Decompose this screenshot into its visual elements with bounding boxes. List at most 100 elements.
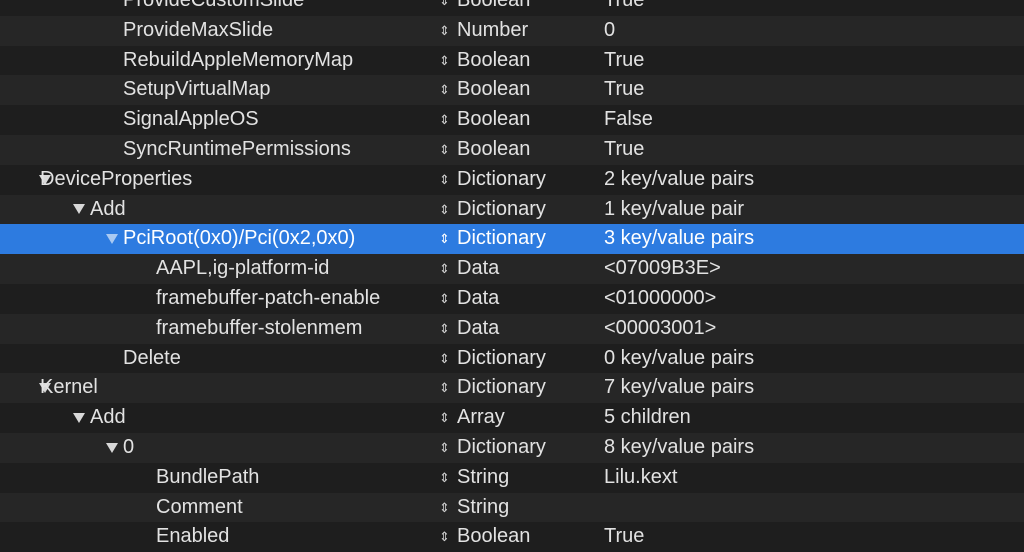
value-cell[interactable]: Lilu.kext (604, 463, 1024, 493)
value-cell[interactable]: True (604, 0, 1024, 16)
key-cell[interactable]: PciRoot(0x0)/Pci(0x2,0x0) (0, 224, 432, 254)
key-cell[interactable]: Enabled (0, 522, 432, 552)
up-down-stepper-icon[interactable]: ⇕ (439, 284, 450, 314)
value-cell[interactable]: 1 key/value pair (604, 195, 1024, 225)
type-popup[interactable]: ⇕ Dictionary (439, 224, 589, 254)
value-cell[interactable]: True (604, 46, 1024, 76)
type-popup[interactable]: ⇕ String (439, 463, 589, 493)
disclosure-triangle-icon[interactable] (70, 403, 88, 433)
plist-row[interactable]: PciRoot(0x0)/Pci(0x2,0x0) ⇕ Dictionary 3 ke… (0, 224, 1024, 255)
type-popup[interactable]: ⇕ Dictionary (439, 195, 589, 225)
value-cell[interactable]: <00003001> (604, 314, 1024, 344)
type-popup[interactable]: ⇕ Dictionary (439, 165, 589, 195)
key-cell[interactable]: Comment (0, 493, 432, 523)
up-down-stepper-icon[interactable]: ⇕ (439, 403, 450, 433)
value-cell[interactable]: 8 key/value pairs (604, 433, 1024, 463)
key-cell[interactable]: SyncRuntimePermissions (0, 135, 432, 165)
type-popup[interactable]: ⇕ Array (439, 403, 589, 433)
up-down-stepper-icon[interactable]: ⇕ (439, 493, 450, 523)
value-cell[interactable]: 7 key/value pairs (604, 373, 1024, 403)
type-popup[interactable]: ⇕ Boolean (439, 75, 589, 105)
value-cell[interactable]: 5 children (604, 403, 1024, 433)
key-cell[interactable]: SignalAppleOS (0, 105, 432, 135)
up-down-stepper-icon[interactable]: ⇕ (439, 46, 450, 76)
plist-row[interactable]: RebuildAppleMemoryMap ⇕ Boolean True (0, 45, 1024, 76)
key-cell[interactable]: Add (0, 403, 432, 433)
value-cell[interactable] (604, 493, 1024, 523)
plist-row[interactable]: framebuffer-patch-enable ⇕ Data <01000000> (0, 283, 1024, 314)
plist-row[interactable]: Add ⇕ Dictionary 1 key/value pair (0, 194, 1024, 225)
disclosure-triangle-icon[interactable] (103, 224, 121, 254)
type-popup[interactable]: ⇕ Data (439, 284, 589, 314)
plist-row[interactable]: Enabled ⇕ Boolean True (0, 522, 1024, 552)
key-cell[interactable]: SetupVirtualMap (0, 75, 432, 105)
key-cell[interactable]: framebuffer-stolenmem (0, 314, 432, 344)
value-cell[interactable]: 0 (604, 16, 1024, 46)
up-down-stepper-icon[interactable]: ⇕ (439, 75, 450, 105)
type-popup[interactable]: ⇕ Data (439, 254, 589, 284)
value-cell[interactable]: False (604, 105, 1024, 135)
value-cell[interactable]: True (604, 135, 1024, 165)
plist-row[interactable]: DeviceProperties ⇕ Dictionary 2 key/value p… (0, 164, 1024, 195)
up-down-stepper-icon[interactable]: ⇕ (439, 433, 450, 463)
key-cell[interactable]: RebuildAppleMemoryMap (0, 46, 432, 76)
key-cell[interactable]: Kernel (0, 373, 432, 403)
up-down-stepper-icon[interactable]: ⇕ (439, 195, 450, 225)
up-down-stepper-icon[interactable]: ⇕ (439, 373, 450, 403)
plist-row[interactable]: SignalAppleOS ⇕ Boolean False (0, 105, 1024, 135)
key-cell[interactable]: DeviceProperties (0, 165, 432, 195)
plist-row[interactable]: framebuffer-stolenmem ⇕ Data <00003001> (0, 313, 1024, 344)
value-cell[interactable]: 3 key/value pairs (604, 224, 1024, 254)
up-down-stepper-icon[interactable]: ⇕ (439, 224, 450, 254)
disclosure-triangle-icon[interactable] (103, 433, 121, 463)
key-cell[interactable]: 0 (0, 433, 432, 463)
plist-row[interactable]: SetupVirtualMap ⇕ Boolean True (0, 75, 1024, 106)
up-down-stepper-icon[interactable]: ⇕ (439, 165, 450, 195)
key-cell[interactable]: Delete (0, 344, 432, 374)
key-cell[interactable]: Add (0, 195, 432, 225)
type-popup[interactable]: ⇕ Number (439, 16, 589, 46)
value-cell[interactable]: <01000000> (604, 284, 1024, 314)
type-popup[interactable]: ⇕ Dictionary (439, 373, 589, 403)
type-popup[interactable]: ⇕ Dictionary (439, 433, 589, 463)
value-cell[interactable]: 2 key/value pairs (604, 165, 1024, 195)
plist-row[interactable]: Delete ⇕ Dictionary 0 key/value pairs (0, 343, 1024, 374)
up-down-stepper-icon[interactable]: ⇕ (439, 254, 450, 284)
plist-row[interactable]: SyncRuntimePermissions ⇕ Boolean True (0, 134, 1024, 165)
type-popup[interactable]: ⇕ Boolean (439, 0, 589, 16)
value-cell[interactable]: 0 key/value pairs (604, 344, 1024, 374)
type-popup[interactable]: ⇕ Boolean (439, 135, 589, 165)
up-down-stepper-icon[interactable]: ⇕ (439, 105, 450, 135)
up-down-stepper-icon[interactable]: ⇕ (439, 135, 450, 165)
plist-row[interactable]: ProvideCustomSlide ⇕ Boolean True (0, 0, 1024, 16)
value-cell[interactable]: <07009B3E> (604, 254, 1024, 284)
up-down-stepper-icon[interactable]: ⇕ (439, 16, 450, 46)
key-cell[interactable]: ProvideMaxSlide (0, 16, 432, 46)
plist-row[interactable]: AAPL,ig-platform-id ⇕ Data <07009B3E> (0, 254, 1024, 284)
plist-row[interactable]: Comment ⇕ String (0, 492, 1024, 523)
plist-row[interactable]: Kernel ⇕ Dictionary 7 key/value pairs (0, 373, 1024, 404)
up-down-stepper-icon[interactable]: ⇕ (439, 344, 450, 374)
up-down-stepper-icon[interactable]: ⇕ (439, 0, 450, 16)
key-cell[interactable]: BundlePath (0, 463, 432, 493)
type-popup[interactable]: ⇕ Boolean (439, 105, 589, 135)
plist-row[interactable]: ProvideMaxSlide ⇕ Number 0 (0, 15, 1024, 46)
plist-row[interactable]: 0 ⇕ Dictionary 8 key/value pairs (0, 432, 1024, 463)
disclosure-triangle-icon[interactable] (70, 195, 88, 225)
type-popup[interactable]: ⇕ String (439, 493, 589, 523)
plist-row[interactable]: BundlePath ⇕ String Lilu.kext (0, 462, 1024, 493)
up-down-stepper-icon[interactable]: ⇕ (439, 522, 450, 552)
type-popup[interactable]: ⇕ Boolean (439, 522, 589, 552)
type-popup[interactable]: ⇕ Data (439, 314, 589, 344)
type-popup[interactable]: ⇕ Dictionary (439, 344, 589, 374)
key-cell[interactable]: framebuffer-patch-enable (0, 284, 432, 314)
key-cell[interactable]: AAPL,ig-platform-id (0, 254, 432, 284)
plist-row[interactable]: Add ⇕ Array 5 children (0, 403, 1024, 433)
up-down-stepper-icon[interactable]: ⇕ (439, 463, 450, 493)
value-cell[interactable]: True (604, 522, 1024, 552)
type-popup[interactable]: ⇕ Boolean (439, 46, 589, 76)
up-down-stepper-icon[interactable]: ⇕ (439, 314, 450, 344)
value-cell[interactable]: True (604, 75, 1024, 105)
plist-outline-view[interactable]: ProvideCustomSlide ⇕ Boolean True ProvideMax… (0, 0, 1024, 552)
key-cell[interactable]: ProvideCustomSlide (0, 0, 432, 16)
